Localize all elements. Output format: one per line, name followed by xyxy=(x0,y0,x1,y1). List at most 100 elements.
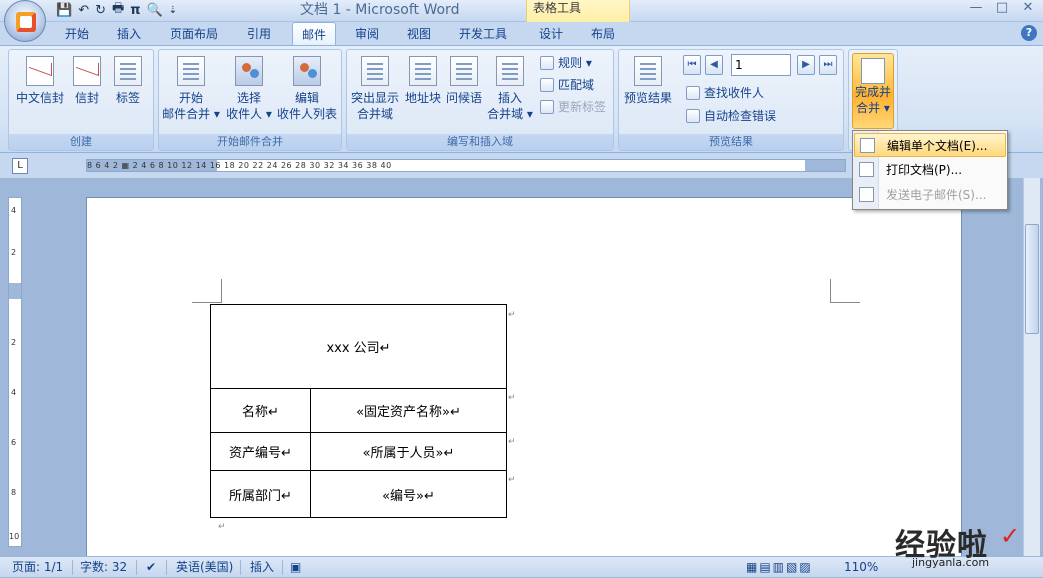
auto-check-errors-label: 自动检查错误 xyxy=(704,109,777,123)
tab-mailings[interactable]: 邮件 xyxy=(292,22,336,46)
watermark-url: jingyanla.com xyxy=(912,556,990,569)
pi-icon[interactable]: π xyxy=(130,3,140,18)
first-record-button[interactable]: ⏮ xyxy=(683,55,701,75)
vruler-mark-7: 10 xyxy=(9,532,20,541)
status-page[interactable]: 页面: 1/1 xyxy=(8,557,67,578)
vertical-ruler[interactable]: 4 2 2 4 6 8 10 xyxy=(8,197,22,547)
print-preview-icon[interactable]: 🔍 xyxy=(147,3,163,18)
address-block-label: 地址块 xyxy=(404,91,441,105)
highlight-merge-fields-button[interactable]: 突出显示 合并域 xyxy=(348,56,402,122)
vruler-mark-5: 6 xyxy=(11,438,17,447)
find-recipient-icon xyxy=(686,86,700,100)
group-write-insert-fields-title: 编写和插入域 xyxy=(347,134,613,150)
tab-layout[interactable]: 布局 xyxy=(582,22,624,46)
help-icon[interactable]: ? xyxy=(1021,25,1037,41)
status-zoom[interactable]: 110% xyxy=(840,557,882,578)
chinese-envelope-button[interactable]: 中文信封 xyxy=(12,56,68,106)
tab-developer[interactable]: 开发工具 xyxy=(450,22,516,46)
send-email-icon xyxy=(859,187,874,202)
status-insert-mode[interactable]: 插入 xyxy=(246,557,278,578)
row-end-mark: ↵ xyxy=(508,310,516,320)
vruler-mark-4: 4 xyxy=(11,388,17,397)
tab-design[interactable]: 设计 xyxy=(530,22,572,46)
redo-icon[interactable]: ↻ xyxy=(95,3,106,18)
insert-merge-field-button[interactable]: 插入 合并域 ▾ xyxy=(486,56,534,122)
print-icon[interactable]: 🖶 xyxy=(112,0,124,21)
previous-record-button[interactable]: ◀ xyxy=(705,55,723,75)
labels-icon xyxy=(114,56,142,86)
table-cell-field[interactable]: «固定资产名称»↵ xyxy=(310,388,507,433)
finish-merge-button[interactable]: 完成并 合并 ▾ xyxy=(852,53,894,129)
labels-label: 标签 xyxy=(115,91,140,105)
table-cell-field[interactable]: «编号»↵ xyxy=(310,470,507,518)
table-cell-label[interactable]: 资产编号↵ xyxy=(210,432,311,471)
proofing-icon[interactable]: ✔ xyxy=(142,557,160,578)
scrollbar-thumb[interactable] xyxy=(1025,224,1039,334)
finish-merge-label1: 完成并 xyxy=(854,85,891,99)
edit-recipient-list-button[interactable]: 编辑 收件人列表 xyxy=(276,56,338,122)
save-icon[interactable]: 💾 xyxy=(56,3,72,18)
auto-check-errors-icon xyxy=(686,109,700,123)
macro-record-icon[interactable]: ▣ xyxy=(286,557,305,578)
select-recipients-button[interactable]: 选择 收件人 ▾ xyxy=(222,56,276,122)
tab-page-layout[interactable]: 页面布局 xyxy=(162,22,226,46)
start-mail-merge-icon xyxy=(177,56,205,86)
page-corner-top-right xyxy=(830,279,860,303)
match-fields-button[interactable]: 匹配域 xyxy=(540,77,594,93)
table-cell-field[interactable]: «所属于人员»↵ xyxy=(310,432,507,471)
table-cell-label[interactable]: 名称↵ xyxy=(210,388,311,433)
status-separator xyxy=(136,560,137,575)
edit-document-icon xyxy=(860,138,875,153)
close-button[interactable]: ✕ xyxy=(1016,0,1040,18)
customize-qat-icon[interactable]: ⇣ xyxy=(169,5,177,16)
ruler-right-margin xyxy=(805,160,845,171)
highlight-merge-fields-label1: 突出显示 xyxy=(350,91,399,105)
last-record-button[interactable]: ⏭ xyxy=(819,55,837,75)
tab-review[interactable]: 审阅 xyxy=(346,22,388,46)
match-fields-icon xyxy=(540,78,554,92)
find-recipient-button[interactable]: 查找收件人 xyxy=(686,85,764,101)
table-cell-company[interactable]: xxx 公司↵ xyxy=(210,304,507,389)
horizontal-ruler[interactable]: 8 6 4 2 ▦ 2 4 6 8 10 12 14 16 18 20 22 2… xyxy=(86,159,846,172)
tab-view[interactable]: 视图 xyxy=(398,22,440,46)
maximize-button[interactable]: □ xyxy=(990,0,1014,18)
record-number-input[interactable]: 1 xyxy=(731,54,791,76)
status-separator xyxy=(282,560,283,575)
tab-home[interactable]: 开始 xyxy=(56,22,98,46)
envelope-label: 信封 xyxy=(74,91,99,105)
table-cell-label[interactable]: 所属部门↵ xyxy=(210,470,311,518)
menu-print-documents[interactable]: 打印文档(P)... xyxy=(854,158,1006,182)
update-labels-button[interactable]: 更新标签 xyxy=(540,99,606,115)
tab-selector[interactable]: L xyxy=(12,158,28,174)
view-buttons[interactable]: ▦▤▥▧▨ xyxy=(742,557,817,578)
next-record-button[interactable]: ▶ xyxy=(797,55,815,75)
menu-edit-individual-documents[interactable]: 编辑单个文档(E)... xyxy=(854,133,1006,157)
preview-results-button[interactable]: 预览结果 xyxy=(620,56,676,106)
group-start-mail-merge-title: 开始邮件合并 xyxy=(159,134,341,150)
group-create-title: 创建 xyxy=(9,134,153,150)
tab-insert[interactable]: 插入 xyxy=(108,22,150,46)
document-table[interactable]: xxx 公司↵ 名称↵ «固定资产名称»↵ 资产编号↵ «所属于人员»↵ 所属部… xyxy=(210,304,507,518)
row-end-mark: ↵ xyxy=(508,437,516,447)
greeting-line-button[interactable]: 问候语 xyxy=(444,56,484,106)
undo-icon[interactable]: ↶ xyxy=(78,3,89,18)
greeting-line-icon xyxy=(450,56,478,86)
vertical-scrollbar[interactable] xyxy=(1023,178,1040,556)
chinese-envelope-icon xyxy=(26,56,54,86)
auto-check-errors-button[interactable]: 自动检查错误 xyxy=(686,108,776,124)
menu-send-email[interactable]: 发送电子邮件(S)... xyxy=(854,183,1006,207)
tab-references[interactable]: 引用 xyxy=(238,22,280,46)
labels-button[interactable]: 标签 xyxy=(110,56,146,106)
minimize-button[interactable]: — xyxy=(964,0,988,18)
address-block-button[interactable]: 地址块 xyxy=(404,56,442,106)
status-language[interactable]: 英语(美国) xyxy=(172,557,237,578)
rules-label: 规则 ▾ xyxy=(558,56,592,70)
envelope-button[interactable]: 信封 xyxy=(70,56,104,106)
office-button[interactable] xyxy=(4,0,46,42)
status-word-count[interactable]: 字数: 32 xyxy=(76,557,131,578)
envelope-icon xyxy=(73,56,101,86)
rules-button[interactable]: 规则 ▾ xyxy=(540,55,592,71)
quick-access-toolbar: 💾 ↶ ↻ 🖶 π 🔍 ⇣ xyxy=(56,1,177,19)
watermark-check-icon: ✓ xyxy=(1000,522,1021,550)
start-mail-merge-button[interactable]: 开始 邮件合并 ▾ xyxy=(162,56,220,122)
